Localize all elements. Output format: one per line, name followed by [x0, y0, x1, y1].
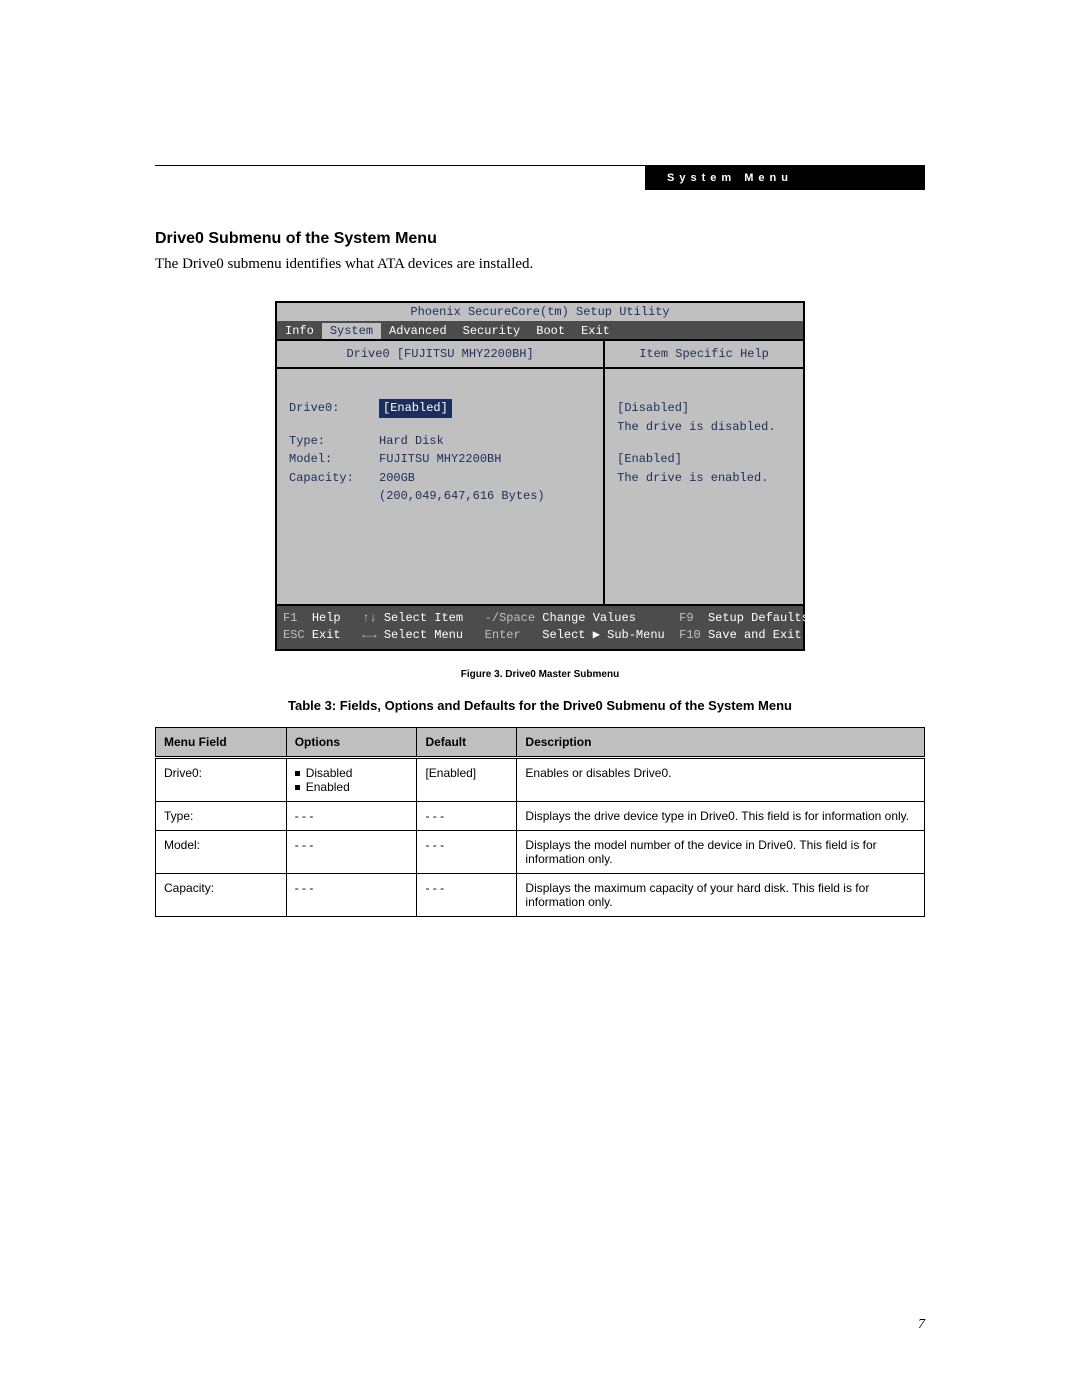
bios-model-label: Model: — [289, 450, 379, 469]
bios-left-title: Drive0 [FUJITSU MHY2200BH] — [277, 341, 603, 369]
bios-menu-system[interactable]: System — [322, 323, 381, 339]
key-enter: Enter — [485, 627, 521, 644]
page-header-tag: System Menu — [645, 166, 925, 190]
help-enabled-text: The drive is enabled. — [617, 469, 791, 488]
bios-body: Drive0 [FUJITSU MHY2200BH] Drive0: [Enab… — [277, 341, 803, 606]
th-description: Description — [517, 727, 925, 757]
bullet-icon — [295, 785, 300, 790]
page: System Menu Drive0 Submenu of the System… — [0, 0, 1080, 1397]
table-caption: Table 3: Fields, Options and Defaults fo… — [155, 698, 925, 713]
page-number: 7 — [918, 1317, 925, 1333]
key-change-values: Change Values — [542, 610, 636, 627]
fields-table: Menu Field Options Default Description D… — [155, 727, 925, 917]
figure-caption: Figure 3. Drive0 Master Submenu — [155, 669, 925, 680]
cell-options: - - - — [286, 873, 417, 916]
bullet-icon — [295, 771, 300, 776]
table-row: Type: - - - - - - Displays the drive dev… — [156, 801, 925, 830]
cell-desc: Displays the drive device type in Drive0… — [517, 801, 925, 830]
bios-menu-security[interactable]: Security — [455, 323, 529, 339]
help-enabled-title: [Enabled] — [617, 450, 791, 469]
key-exit: Exit — [312, 627, 341, 644]
key-save-exit: Save and Exit — [708, 627, 802, 644]
bios-help-panel: Item Specific Help [Disabled] The drive … — [603, 339, 805, 606]
key-updown-icon: ↑↓ — [362, 610, 376, 627]
bios-menu-boot[interactable]: Boot — [528, 323, 573, 339]
section-intro: The Drive0 submenu identifies what ATA d… — [155, 256, 925, 273]
cell-options: Disabled Enabled — [286, 757, 417, 801]
bios-left-panel: Drive0 [FUJITSU MHY2200BH] Drive0: [Enab… — [275, 339, 603, 606]
bios-capacity-value: 200GB — [379, 469, 415, 488]
bios-type-value: Hard Disk — [379, 432, 444, 451]
bios-row-model: Model: FUJITSU MHY2200BH — [289, 450, 591, 469]
table-row: Drive0: Disabled Enabled [Enabled] Enabl… — [156, 757, 925, 801]
cell-default: [Enabled] — [417, 757, 517, 801]
bios-setup-utility: Phoenix SecureCore(tm) Setup Utility Inf… — [275, 301, 805, 651]
bios-left-content: Drive0: [Enabled] Type: Hard Disk Model:… — [277, 369, 603, 604]
bios-model-value: FUJITSU MHY2200BH — [379, 450, 501, 469]
bios-help-title: Item Specific Help — [605, 341, 803, 369]
key-esc: ESC — [283, 627, 305, 644]
table-row: Capacity: - - - - - - Displays the maxim… — [156, 873, 925, 916]
th-menu-field: Menu Field — [156, 727, 287, 757]
bios-title: Phoenix SecureCore(tm) Setup Utility — [277, 303, 803, 321]
cell-field: Capacity: — [156, 873, 287, 916]
cell-options: - - - — [286, 830, 417, 873]
bios-menu-info[interactable]: Info — [277, 323, 322, 339]
cell-default: - - - — [417, 830, 517, 873]
table-header-row: Menu Field Options Default Description — [156, 727, 925, 757]
option-enabled: Enabled — [306, 780, 350, 794]
option-disabled: Disabled — [306, 766, 353, 780]
cell-options: - - - — [286, 801, 417, 830]
cell-default: - - - — [417, 873, 517, 916]
table-row: Model: - - - - - - Displays the model nu… — [156, 830, 925, 873]
bios-menu-advanced[interactable]: Advanced — [381, 323, 455, 339]
bios-drive0-value[interactable]: [Enabled] — [379, 399, 452, 418]
bios-type-label: Type: — [289, 432, 379, 451]
bios-drive0-label: Drive0: — [289, 399, 379, 418]
key-leftright-icon: ←→ — [362, 627, 376, 644]
bios-row-type: Type: Hard Disk — [289, 432, 591, 451]
key-setup-defaults: Setup Defaults — [708, 610, 809, 627]
cell-field: Model: — [156, 830, 287, 873]
bios-capacity-bytes: (200,049,647,616 Bytes) — [379, 487, 545, 506]
bios-row-capacity-bytes: (200,049,647,616 Bytes) — [289, 487, 591, 506]
bios-row-drive0: Drive0: [Enabled] — [289, 399, 591, 418]
cell-default: - - - — [417, 801, 517, 830]
key-help: Help — [312, 610, 341, 627]
bios-help-content: [Disabled] The drive is disabled. [Enabl… — [605, 369, 803, 604]
th-options: Options — [286, 727, 417, 757]
cell-field: Drive0: — [156, 757, 287, 801]
bios-menu-exit[interactable]: Exit — [573, 323, 618, 339]
cell-desc: Displays the model number of the device … — [517, 830, 925, 873]
key-f10: F10 — [679, 627, 701, 644]
th-default: Default — [417, 727, 517, 757]
key-f9: F9 — [679, 610, 693, 627]
key-minus-space: -/Space — [485, 610, 535, 627]
header-rule: System Menu — [155, 165, 925, 190]
key-f1: F1 — [283, 610, 297, 627]
help-disabled-title: [Disabled] — [617, 399, 791, 418]
help-disabled-text: The drive is disabled. — [617, 418, 791, 437]
cell-desc: Enables or disables Drive0. — [517, 757, 925, 801]
key-select-submenu: Select ▶ Sub-Menu — [542, 627, 664, 644]
cell-desc: Displays the maximum capacity of your ha… — [517, 873, 925, 916]
section-title: Drive0 Submenu of the System Menu — [155, 230, 925, 248]
bios-menubar: Info System Advanced Security Boot Exit — [277, 321, 803, 341]
key-select-item: Select Item — [384, 610, 463, 627]
bios-footer: F1 Help ↑↓ Select Item -/Space Change Va… — [277, 606, 803, 649]
bios-row-capacity: Capacity: 200GB — [289, 469, 591, 488]
bios-capacity-label: Capacity: — [289, 469, 379, 488]
key-select-menu: Select Menu — [384, 627, 463, 644]
cell-field: Type: — [156, 801, 287, 830]
